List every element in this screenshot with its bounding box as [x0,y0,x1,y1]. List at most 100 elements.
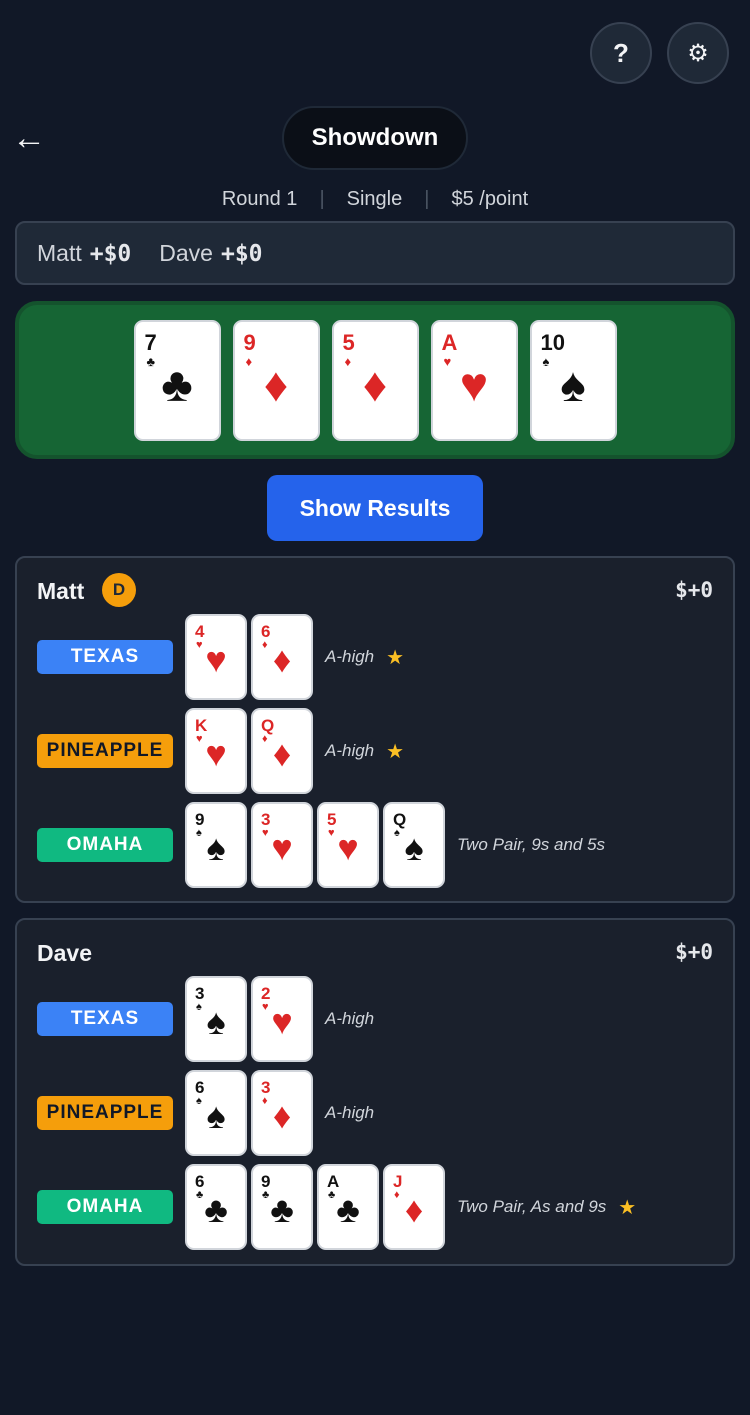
hand-row: PINEAPPLE 6 ♠ ♠ 3 ♦ ♦ A-high [37,1070,374,1156]
separator: | [424,187,430,210]
card-suit-icon: ♣ [204,1189,228,1230]
card-suit-icon: ♠ [206,1001,226,1042]
variant-badge: OMAHA [37,828,173,862]
playing-card: 7 ♣ ♣ [133,319,221,441]
playing-card: 3 ♥ ♥ [251,802,313,888]
card-suit-icon: ♣ [270,1189,294,1230]
show-results-button[interactable]: Show Results [267,475,483,541]
stake-label: $5 /point [451,187,529,210]
hand-description-text: A-high [325,647,375,666]
playing-card: 6 ♦ ♦ [251,614,313,700]
playing-card: 3 ♠ ♠ [185,976,247,1062]
card-suit-icon: ♦ [362,358,388,412]
card-rank: 5 [327,810,337,829]
card-rank: A [441,329,458,355]
separator: | [319,187,325,210]
card-rank: 10 [540,329,565,355]
card-rank: J [393,1172,403,1191]
score-amount: +$0 [89,240,132,267]
score-entry: Dave +$0 [159,240,262,267]
hand-row: OMAHA 9 ♠ ♠ 3 ♥ ♥ 5 ♥ ♥ Q ♠ ♠ Two Pair, 9s and 5s [37,802,605,888]
playing-card: 9 ♣ ♣ [251,1164,313,1250]
playing-card: 9 ♠ ♠ [185,802,247,888]
hand-description-text: A-high [325,1103,375,1122]
hand-row: OMAHA 6 ♣ ♣ 9 ♣ ♣ A ♣ ♣ J ♦ ♦ Two Pair, As and 9s ★ [37,1164,636,1250]
hand-row: PINEAPPLE K ♥ ♥ Q ♦ ♦ A-high ★ [37,708,404,794]
winner-star-icon: ★ [618,1196,637,1219]
card-suit-icon: ♠ [206,827,226,868]
hand-description-text: Two Pair, As and 9s [457,1197,607,1216]
card-rank: 3 [195,984,205,1003]
card-rank: K [195,716,208,735]
card-suit-icon: ♥ [271,1001,293,1042]
card-rank: 9 [195,810,205,829]
playing-card: A ♣ ♣ [317,1164,379,1250]
card-suit-icon: ♦ [272,1095,292,1136]
playing-card: J ♦ ♦ [383,1164,445,1250]
playing-card: K ♥ ♥ [185,708,247,794]
winner-star-icon: ★ [386,646,405,669]
hand-description: A-high ★ [325,739,404,764]
card-rank: 6 [195,1078,205,1097]
card-suit-icon: ♠ [560,358,586,412]
variant-badge: OMAHA [37,1190,173,1224]
score-player-name: Matt [37,239,82,266]
community-board: 7 ♣ ♣ 9 ♦ ♦ 5 ♦ ♦ A ♥ ♥ 10 ♠ ♠ [15,301,735,459]
card-rank: Q [261,716,275,735]
card-rank: 6 [261,622,271,641]
card-suit-icon: ♥ [205,733,227,774]
playing-card: A ♥ ♥ [430,319,518,441]
card-suit-icon: ♦ [272,639,292,680]
help-button[interactable]: ? [590,22,652,84]
mode-label: Single [346,187,403,210]
hand-cards: 4 ♥ ♥ 6 ♦ ♦ [185,614,313,700]
back-arrow-icon[interactable]: ← [12,118,46,158]
variant-badge: TEXAS [37,1002,173,1036]
card-suit-icon: ♥ [271,827,293,868]
card-suit-icon: ♥ [337,827,359,868]
variant-badge: PINEAPPLE [37,1096,173,1130]
playing-card: 10 ♠ ♠ [529,319,617,441]
playing-card: 4 ♥ ♥ [185,614,247,700]
round-label: Round 1 [221,187,298,210]
player-panel: Matt D $+0 TEXAS 4 ♥ ♥ 6 ♦ ♦ A-high ★ PINEAPPLE K ♥ ♥ Q ♦… [15,556,735,903]
card-suit-icon: ♥ [459,358,489,412]
player-total: $+0 [675,940,713,964]
hand-cards: 6 ♠ ♠ 3 ♦ ♦ [185,1070,313,1156]
hand-description: Two Pair, As and 9s ★ [457,1195,636,1220]
card-rank: 9 [261,1172,271,1191]
score-player-name: Dave [159,239,213,266]
scoreboard: Matt +$0 Dave +$0 [15,221,735,285]
playing-card: 3 ♦ ♦ [251,1070,313,1156]
card-rank: 5 [342,329,355,355]
hand-description: A-high ★ [325,645,404,670]
card-rank: 3 [261,810,271,829]
card-rank: 4 [195,622,205,641]
player-total: $+0 [675,578,713,602]
hand-description-text: A-high [325,741,375,760]
page-title: Showdown [282,106,468,170]
hand-description: Two Pair, 9s and 5s [457,835,605,855]
card-suit-icon: ♠ [206,1095,226,1136]
playing-card: 2 ♥ ♥ [251,976,313,1062]
hand-cards: 9 ♠ ♠ 3 ♥ ♥ 5 ♥ ♥ Q ♠ ♠ [185,802,445,888]
hand-description: A-high [325,1103,374,1123]
card-rank: 7 [144,329,157,355]
card-rank: A [327,1172,340,1191]
card-suit-icon: ♣ [336,1189,360,1230]
card-rank: Q [393,810,407,829]
card-suit-icon: ♣ [161,358,193,412]
card-rank: 3 [261,1078,271,1097]
settings-button[interactable]: ⚙ [667,22,729,84]
score-entry: Matt +$0 [37,240,131,267]
playing-card: Q ♦ ♦ [251,708,313,794]
hand-cards: K ♥ ♥ Q ♦ ♦ [185,708,313,794]
variant-badge: PINEAPPLE [37,734,173,768]
hand-cards: 6 ♣ ♣ 9 ♣ ♣ A ♣ ♣ J ♦ ♦ [185,1164,445,1250]
score-amount: +$0 [220,240,263,267]
card-rank: 6 [195,1172,205,1191]
help-icon: ? [613,37,629,68]
round-info: Round 1 | Single | $5 /point [0,184,750,214]
hand-cards: 3 ♠ ♠ 2 ♥ ♥ [185,976,313,1062]
gear-icon: ⚙ [687,39,709,67]
